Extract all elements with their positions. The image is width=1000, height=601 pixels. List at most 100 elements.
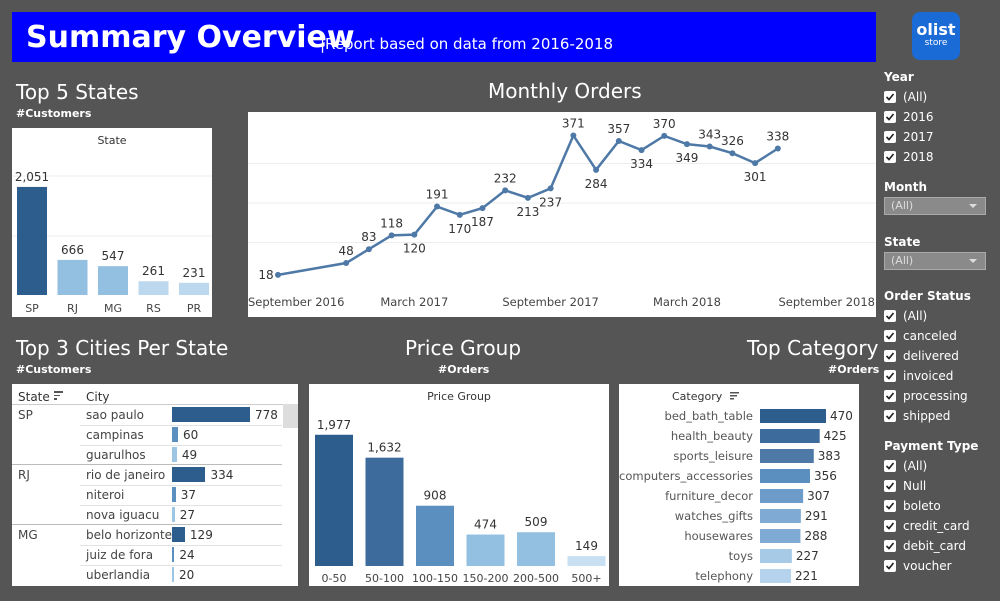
city-bar[interactable] bbox=[172, 427, 178, 442]
state-dropdown[interactable]: (All) bbox=[884, 252, 986, 270]
row-divider bbox=[80, 445, 282, 446]
city-bar[interactable] bbox=[172, 467, 206, 482]
checkbox[interactable] bbox=[884, 330, 896, 342]
category-bar[interactable] bbox=[760, 529, 801, 543]
price-group-bar[interactable] bbox=[365, 457, 404, 566]
orders-point[interactable] bbox=[683, 141, 690, 148]
orders-point-label: 301 bbox=[744, 170, 767, 184]
orders-point[interactable] bbox=[706, 143, 713, 150]
orders-point[interactable] bbox=[456, 211, 463, 218]
category-bar-value: 221 bbox=[795, 569, 818, 583]
orders-point[interactable] bbox=[593, 166, 600, 173]
category-bar[interactable] bbox=[760, 569, 792, 583]
orders-point[interactable] bbox=[502, 187, 509, 194]
checkbox[interactable] bbox=[884, 520, 896, 532]
price-group-bar-category: 100-150 bbox=[412, 572, 458, 585]
price-group-bar[interactable] bbox=[567, 556, 606, 566]
payment-type-option[interactable]: boleto bbox=[884, 496, 996, 516]
payment-type-option[interactable]: Null bbox=[884, 476, 996, 496]
city-column-header[interactable]: City bbox=[86, 390, 110, 404]
checkbox[interactable] bbox=[884, 131, 896, 143]
city-cell: rio de janeiro bbox=[86, 468, 166, 482]
orders-point[interactable] bbox=[774, 145, 781, 152]
checkbox[interactable] bbox=[884, 350, 896, 362]
checkbox[interactable] bbox=[884, 460, 896, 472]
orders-point[interactable] bbox=[547, 185, 554, 192]
checkbox[interactable] bbox=[884, 91, 896, 103]
sort-icon[interactable] bbox=[730, 392, 739, 400]
sort-icon[interactable] bbox=[54, 391, 64, 400]
checkbox[interactable] bbox=[884, 370, 896, 382]
price-group-bar[interactable] bbox=[466, 534, 505, 566]
orders-point[interactable] bbox=[615, 137, 622, 144]
orders-point[interactable] bbox=[365, 246, 372, 253]
category-bar[interactable] bbox=[760, 509, 801, 523]
year-option[interactable]: 2016 bbox=[884, 107, 996, 127]
orders-point[interactable] bbox=[661, 132, 668, 139]
orders-point[interactable] bbox=[434, 203, 441, 210]
checkbox[interactable] bbox=[884, 390, 896, 402]
orders-point[interactable] bbox=[570, 132, 577, 139]
year-option[interactable]: (All) bbox=[884, 87, 996, 107]
checkbox[interactable] bbox=[884, 151, 896, 163]
page-subtitle: |Report based on data from 2016-2018 bbox=[320, 35, 614, 53]
city-bar-value: 49 bbox=[181, 448, 198, 462]
orders-point[interactable] bbox=[752, 160, 759, 167]
year-option[interactable]: 2017 bbox=[884, 127, 996, 147]
category-bar[interactable] bbox=[760, 409, 826, 423]
checkbox[interactable] bbox=[884, 111, 896, 123]
orders-point[interactable] bbox=[729, 150, 736, 157]
category-bar[interactable] bbox=[760, 449, 814, 463]
payment-type-option[interactable]: voucher bbox=[884, 556, 996, 576]
category-bar[interactable] bbox=[760, 489, 804, 503]
state-column-header[interactable]: State bbox=[18, 390, 50, 404]
orders-point[interactable] bbox=[388, 232, 395, 239]
checkbox[interactable] bbox=[884, 310, 896, 322]
state-bar[interactable] bbox=[98, 266, 128, 295]
order-status-option[interactable]: shipped bbox=[884, 406, 996, 426]
year-option[interactable]: 2018 bbox=[884, 147, 996, 167]
orders-point[interactable] bbox=[275, 271, 281, 278]
checkbox[interactable] bbox=[884, 500, 896, 512]
city-bar[interactable] bbox=[172, 507, 175, 522]
category-bar[interactable] bbox=[760, 429, 820, 443]
month-dropdown[interactable]: (All) bbox=[884, 197, 986, 215]
checkbox[interactable] bbox=[884, 480, 896, 492]
checkbox[interactable] bbox=[884, 560, 896, 572]
orders-point[interactable] bbox=[638, 147, 645, 154]
category-bar[interactable] bbox=[760, 549, 792, 563]
order-status-option[interactable]: canceled bbox=[884, 326, 996, 346]
checkbox[interactable] bbox=[884, 410, 896, 422]
month-dropdown-value: (All) bbox=[891, 199, 914, 212]
city-bar[interactable] bbox=[172, 487, 176, 502]
order-status-option[interactable]: processing bbox=[884, 386, 996, 406]
city-bar-value: 778 bbox=[255, 408, 278, 422]
order-status-option[interactable]: delivered bbox=[884, 346, 996, 366]
city-bar[interactable] bbox=[172, 447, 177, 462]
checkbox[interactable] bbox=[884, 540, 896, 552]
state-bar[interactable] bbox=[57, 259, 88, 295]
state-bar[interactable] bbox=[138, 281, 169, 295]
orders-point[interactable] bbox=[524, 194, 531, 201]
price-group-bar[interactable] bbox=[315, 434, 353, 566]
state-bar[interactable] bbox=[17, 186, 47, 295]
order-status-option[interactable]: invoiced bbox=[884, 366, 996, 386]
orders-point[interactable] bbox=[411, 231, 418, 238]
order-status-option[interactable]: (All) bbox=[884, 306, 996, 326]
city-bar[interactable] bbox=[172, 527, 185, 542]
payment-type-option[interactable]: debit_card bbox=[884, 536, 996, 556]
orders-point[interactable] bbox=[343, 260, 350, 267]
payment-type-option[interactable]: credit_card bbox=[884, 516, 996, 536]
city-bar[interactable] bbox=[172, 407, 250, 422]
monthly-orders-panel: 18 48 83 118 120 191 170 187 232 213 237 371 284 357 3… bbox=[248, 112, 876, 317]
price-group-bar[interactable] bbox=[416, 505, 454, 566]
state-bar[interactable] bbox=[179, 282, 209, 295]
price-group-bar[interactable] bbox=[517, 532, 555, 566]
city-bar[interactable] bbox=[172, 547, 175, 562]
orders-point[interactable] bbox=[479, 205, 486, 212]
scrollbar-thumb[interactable] bbox=[283, 404, 298, 428]
category-bar[interactable] bbox=[760, 469, 810, 483]
payment-type-option[interactable]: (All) bbox=[884, 456, 996, 476]
category-label: housewares bbox=[684, 529, 753, 543]
city-bar[interactable] bbox=[172, 567, 174, 582]
